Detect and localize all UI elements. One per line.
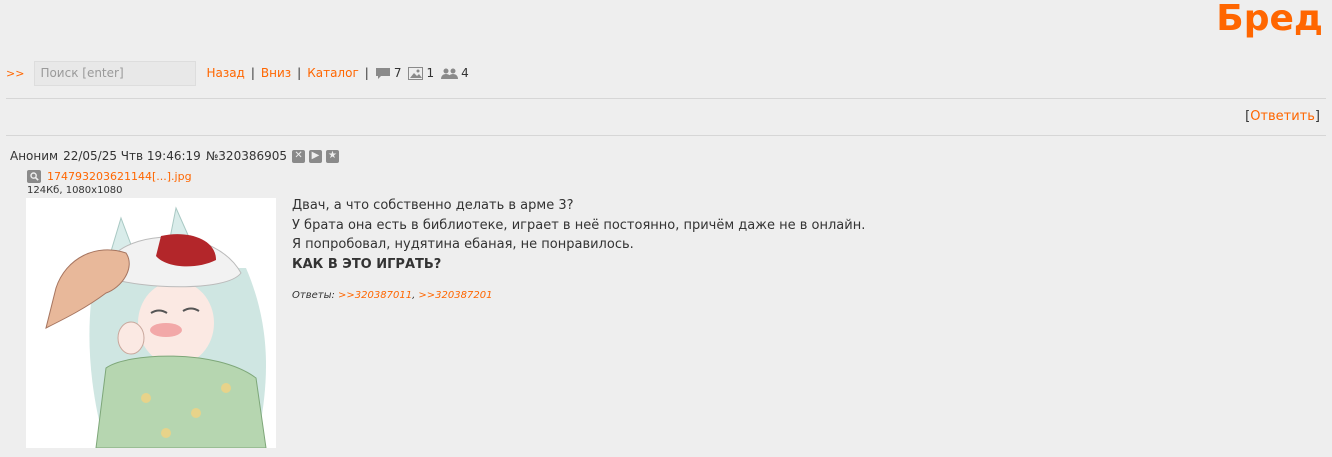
post-line: Двач, а что собственно делать в арме 3?: [292, 198, 574, 213]
users-icon: [441, 68, 459, 79]
post-header: Аноним 22/05/25 Чтв 19:46:19 №320386905 …: [10, 147, 343, 165]
divider: [6, 135, 1326, 136]
magnifier-icon[interactable]: [27, 170, 41, 183]
posts-count: 7: [375, 66, 402, 80]
replies-label: Ответы:: [292, 290, 335, 301]
images-count-value: 1: [426, 66, 435, 80]
nav-catalog-link[interactable]: Каталог: [307, 66, 359, 80]
users-count-value: 4: [461, 66, 469, 80]
separator: |: [250, 66, 255, 80]
top-navigation: >> Назад | Вниз | Каталог | 7 1 4: [6, 60, 476, 86]
separator: |: [364, 66, 369, 80]
bracket-close: ]: [1314, 109, 1320, 124]
nav-down-link[interactable]: Вниз: [261, 66, 291, 80]
users-count: 4: [441, 66, 469, 80]
separator: |: [297, 66, 302, 80]
board-title: Бред: [1216, 0, 1323, 39]
post-line: У брата она есть в библиотеке, играет в …: [292, 217, 866, 233]
post-date: 22/05/25 Чтв 19:46:19: [63, 149, 201, 163]
comment-icon: [375, 67, 390, 79]
play-icon[interactable]: ▶: [309, 149, 323, 163]
post-line: Я попробовал, нудятина ебаная, не понрав…: [292, 237, 634, 252]
file-meta: 124Кб, 1080x1080: [27, 185, 123, 196]
reply-link[interactable]: Ответить: [1250, 109, 1315, 124]
star-icon[interactable]: ★: [326, 149, 340, 163]
replies: Ответы: >>320387011, >>320387201: [292, 290, 493, 301]
anime-girl-illustration: [26, 198, 276, 448]
post-image[interactable]: [26, 198, 276, 448]
posts-count-value: 7: [393, 66, 402, 80]
image-icon: [408, 66, 424, 80]
reply-ref-link[interactable]: >>320387011: [338, 290, 412, 301]
divider: [6, 98, 1326, 99]
reply-link-wrapper: [Ответить]: [1245, 109, 1320, 124]
post-author: Аноним: [10, 149, 59, 163]
post-line-bold: КАК В ЭТО ИГРАТЬ?: [292, 256, 442, 272]
hide-post-icon[interactable]: ✕: [292, 149, 306, 163]
file-name-link[interactable]: 17479320362114­4[...].jpg: [47, 170, 192, 183]
file-link-row: 17479320362114­4[...].jpg: [27, 169, 192, 184]
search-input[interactable]: [34, 60, 197, 86]
nav-arrows: >>: [6, 66, 25, 80]
reply-ref-link[interactable]: >>320387201: [418, 290, 492, 301]
nav-back-link[interactable]: Назад: [206, 66, 244, 80]
post-message: Двач, а что собственно делать в арме 3? …: [292, 196, 865, 274]
images-count: 1: [408, 66, 434, 80]
post-number[interactable]: №320386905: [206, 149, 287, 163]
